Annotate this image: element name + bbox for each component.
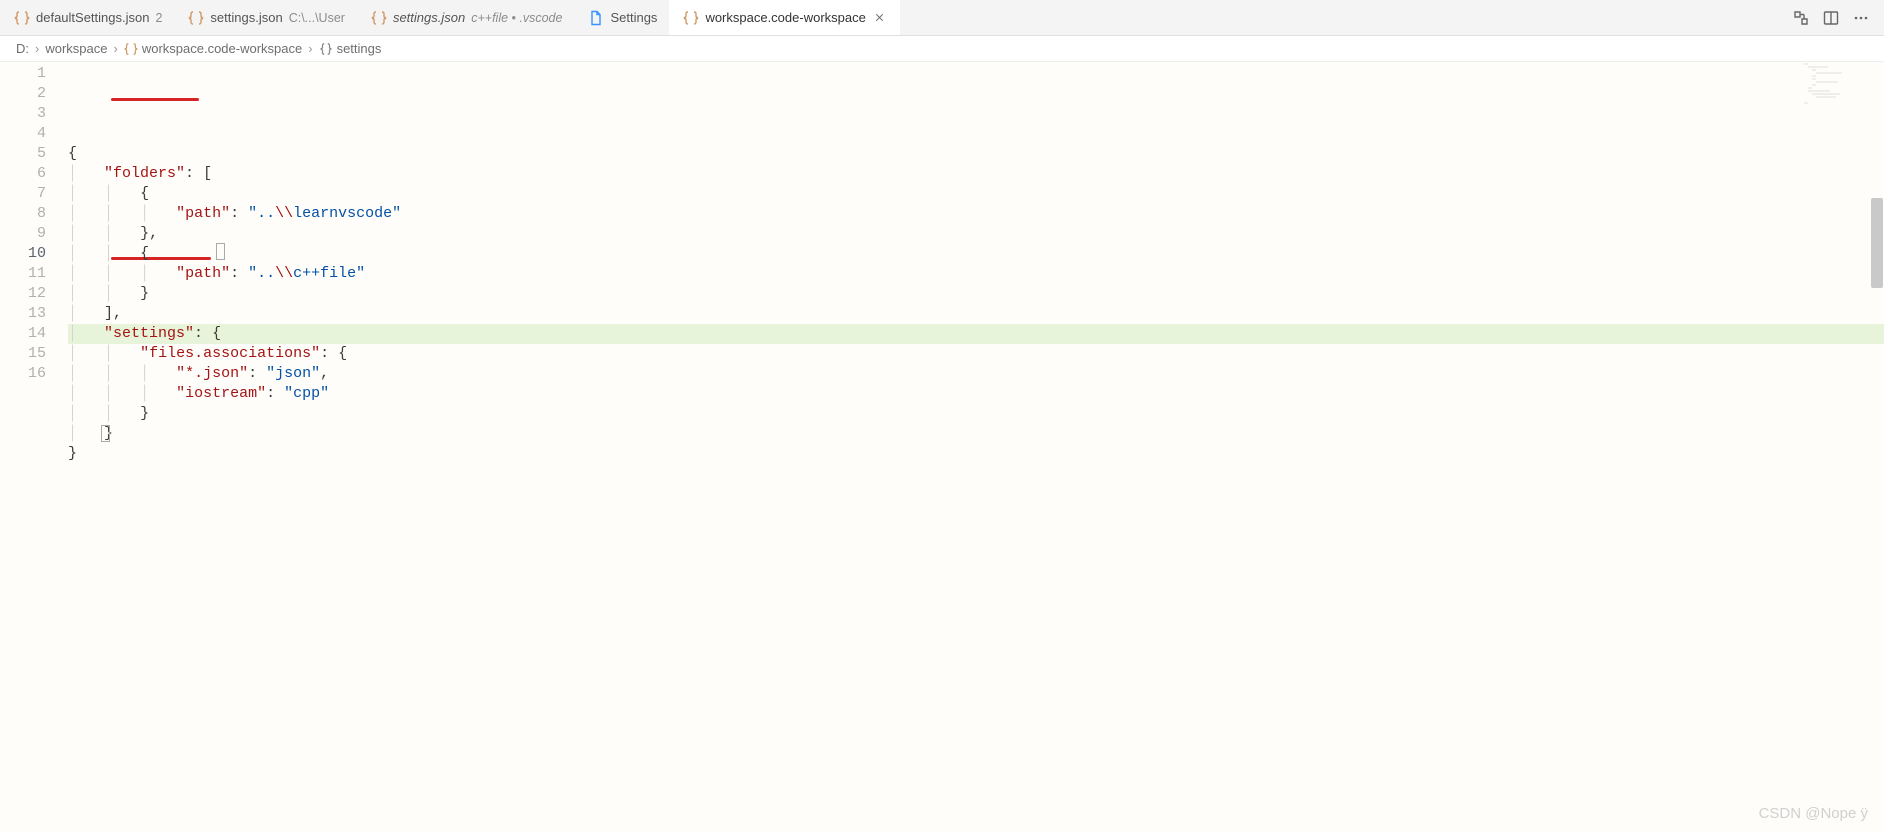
file-icon	[588, 10, 604, 26]
json-braces-icon	[371, 10, 387, 26]
line-number: 15	[0, 344, 68, 364]
tab-label: defaultSettings.json	[36, 10, 149, 25]
tab-settings[interactable]: Settings	[574, 0, 669, 35]
tab-hint: 2	[155, 11, 162, 25]
code-line[interactable]: │ │ │ "iostream": "cpp"	[68, 384, 1884, 404]
tab-label: settings.json	[393, 10, 465, 25]
braces-icon	[319, 42, 333, 56]
editor[interactable]: 12345678910111213141516 {│ "folders": [│…	[0, 62, 1884, 832]
minimap[interactable]	[1802, 62, 1866, 104]
line-number: 13	[0, 304, 68, 324]
code-line[interactable]: }	[68, 444, 1884, 464]
split-editor-icon[interactable]	[1822, 9, 1840, 27]
code-line[interactable]: │ │ "files.associations": {	[68, 344, 1884, 364]
code-line[interactable]: │ │ {	[68, 184, 1884, 204]
code-line[interactable]: │ }	[68, 424, 1884, 444]
tab-label: Settings	[610, 10, 657, 25]
code-line[interactable]: │ │ │ "path": "..\\learnvscode"	[68, 204, 1884, 224]
tab-label: workspace.code-workspace	[705, 10, 865, 25]
chevron-right-icon: ›	[111, 41, 119, 56]
line-number: 5	[0, 144, 68, 164]
more-icon[interactable]	[1852, 9, 1870, 27]
breadcrumb-item[interactable]: settings	[319, 41, 382, 56]
line-number: 10	[0, 244, 68, 264]
code-line[interactable]: │ │ },	[68, 224, 1884, 244]
code-line[interactable]: {	[68, 144, 1884, 164]
tab-bar: defaultSettings.json 2 settings.json C:\...…	[0, 0, 1884, 36]
json-braces-icon	[683, 10, 699, 26]
code-line[interactable]: │ "settings": {	[68, 324, 1884, 344]
line-number: 1	[0, 64, 68, 84]
breadcrumb-item[interactable]: workspace	[45, 41, 107, 56]
line-number: 14	[0, 324, 68, 344]
line-number: 8	[0, 204, 68, 224]
line-number-gutter: 12345678910111213141516	[0, 62, 68, 832]
bracket-match-indicator	[101, 425, 110, 442]
line-number: 4	[0, 124, 68, 144]
code-line[interactable]: │ │ │ "path": "..\\c++file"	[68, 264, 1884, 284]
tab-defaultsettings-json[interactable]: defaultSettings.json 2	[0, 0, 174, 35]
line-number: 6	[0, 164, 68, 184]
tab-label: settings.json	[210, 10, 282, 25]
code-line[interactable]: │ │ │ "*.json": "json",	[68, 364, 1884, 384]
breadcrumb-label: D:	[16, 41, 29, 56]
line-number: 2	[0, 84, 68, 104]
vertical-scrollbar[interactable]	[1870, 62, 1884, 832]
breadcrumb-label: workspace.code-workspace	[142, 41, 302, 56]
chevron-right-icon: ›	[33, 41, 41, 56]
annotation-underline-folders	[111, 98, 199, 101]
breadcrumb-item[interactable]: workspace.code-workspace	[124, 41, 302, 56]
code-line[interactable]: │ │ }	[68, 284, 1884, 304]
line-number: 3	[0, 104, 68, 124]
code-line[interactable]: │ "folders": [	[68, 164, 1884, 184]
breadcrumb-label: workspace	[45, 41, 107, 56]
tab-settings-json[interactable]: settings.json c++file • .vscode	[357, 0, 575, 35]
line-number: 7	[0, 184, 68, 204]
line-number: 12	[0, 284, 68, 304]
json-braces-icon	[188, 10, 204, 26]
json-braces-icon	[14, 10, 30, 26]
close-icon[interactable]	[872, 10, 888, 26]
code-area[interactable]: {│ "folders": [│ │ {│ │ │ "path": "..\\l…	[68, 62, 1884, 832]
breadcrumb: D: › workspace › workspace.code-workspace › se…	[0, 36, 1884, 62]
tabs-container: defaultSettings.json 2 settings.json C:\...…	[0, 0, 900, 35]
code-line[interactable]: │ │ {	[68, 244, 1884, 264]
scrollbar-thumb[interactable]	[1871, 198, 1883, 288]
tab-hint: c++file • .vscode	[471, 11, 562, 25]
breadcrumb-item[interactable]: D:	[16, 41, 29, 56]
tab-actions	[1792, 9, 1884, 27]
tab-workspace-code-workspace[interactable]: workspace.code-workspace	[669, 0, 899, 35]
chevron-right-icon: ›	[306, 41, 314, 56]
watermark-text: CSDN @Nope ÿ	[1759, 805, 1868, 822]
line-number: 11	[0, 264, 68, 284]
code-line[interactable]: │ ],	[68, 304, 1884, 324]
bracket-match-indicator	[216, 243, 225, 260]
line-number: 9	[0, 224, 68, 244]
breadcrumb-label: settings	[337, 41, 382, 56]
compare-changes-icon[interactable]	[1792, 9, 1810, 27]
code-line[interactable]: │ │ }	[68, 404, 1884, 424]
tab-hint: C:\...\User	[289, 11, 345, 25]
line-number: 16	[0, 364, 68, 384]
json-braces-icon	[124, 42, 138, 56]
tab-settings-json[interactable]: settings.json C:\...\User	[174, 0, 357, 35]
